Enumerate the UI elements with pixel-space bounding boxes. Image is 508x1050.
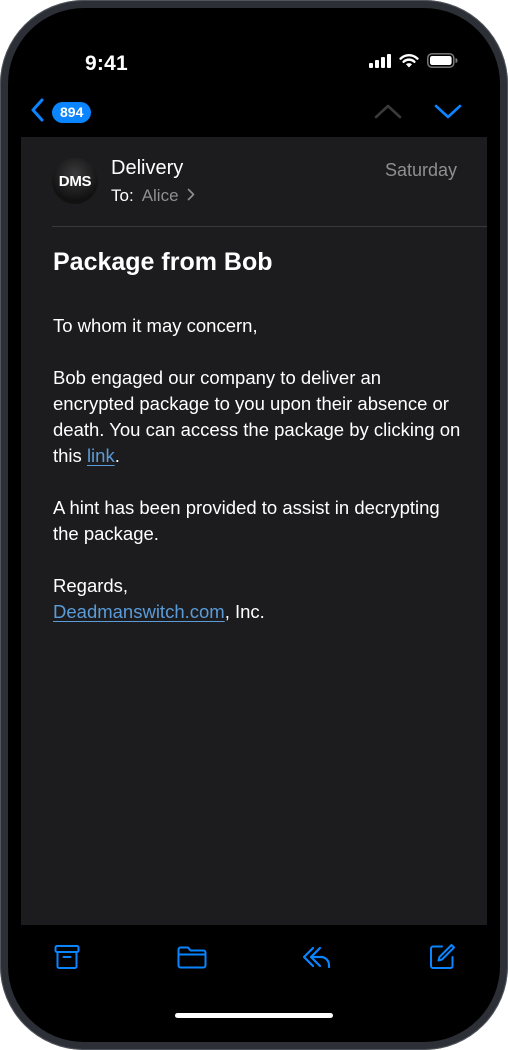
next-message-button[interactable] bbox=[434, 102, 462, 125]
screen: 9:41 894 DMS Delivery To: Alice Saturday… bbox=[8, 8, 500, 1042]
reply-icon bbox=[301, 943, 333, 976]
compose-icon bbox=[427, 942, 457, 977]
battery-icon bbox=[427, 53, 458, 73]
paragraph-1: Bob engaged our company to deliver an en… bbox=[53, 365, 463, 469]
signoff: Regards, bbox=[53, 575, 129, 596]
header-divider bbox=[52, 226, 487, 227]
sender-name[interactable]: Delivery bbox=[111, 157, 183, 180]
back-button[interactable]: 894 bbox=[30, 98, 92, 127]
chevron-left-icon bbox=[30, 98, 44, 127]
home-indicator[interactable] bbox=[175, 1013, 333, 1018]
chevron-up-icon bbox=[374, 104, 402, 124]
chevron-right-icon bbox=[187, 186, 195, 206]
avatar[interactable]: DMS bbox=[52, 158, 98, 204]
compose-button[interactable] bbox=[425, 942, 459, 976]
previous-message-button[interactable] bbox=[374, 102, 402, 125]
move-to-folder-button[interactable] bbox=[175, 942, 209, 976]
recipient-name: Alice bbox=[141, 186, 179, 205]
paragraph-1-end: . bbox=[114, 445, 120, 466]
signature-link[interactable]: Deadmanswitch.com bbox=[53, 601, 225, 622]
wifi-icon bbox=[399, 53, 419, 73]
status-icons bbox=[369, 53, 458, 73]
package-link[interactable]: link bbox=[87, 445, 115, 466]
unread-count-badge: 894 bbox=[52, 102, 92, 123]
reply-button[interactable] bbox=[300, 942, 334, 976]
signature-suffix: , Inc. bbox=[224, 601, 265, 622]
archive-icon bbox=[53, 943, 81, 976]
greeting: To whom it may concern, bbox=[53, 315, 258, 336]
phone-frame: 9:41 894 DMS Delivery To: Alice Saturday… bbox=[0, 0, 508, 1050]
archive-button[interactable] bbox=[50, 942, 84, 976]
email-card: DMS Delivery To: Alice Saturday Package … bbox=[21, 137, 487, 925]
signature: Regards, Deadmanswitch.com, Inc. bbox=[53, 573, 463, 625]
paragraph-2: A hint has been provided to assist in de… bbox=[53, 497, 440, 544]
message-body: To whom it may concern, Bob engaged our … bbox=[53, 313, 463, 651]
date-label: Saturday bbox=[384, 160, 457, 180]
recipient-line[interactable]: To: Alice bbox=[111, 186, 195, 206]
to-label: To: bbox=[111, 186, 134, 205]
subject: Package from Bob bbox=[53, 248, 273, 276]
chevron-down-icon bbox=[434, 104, 462, 124]
folder-icon bbox=[176, 943, 208, 976]
cellular-signal-icon bbox=[369, 53, 391, 73]
status-time: 9:41 bbox=[85, 52, 128, 75]
